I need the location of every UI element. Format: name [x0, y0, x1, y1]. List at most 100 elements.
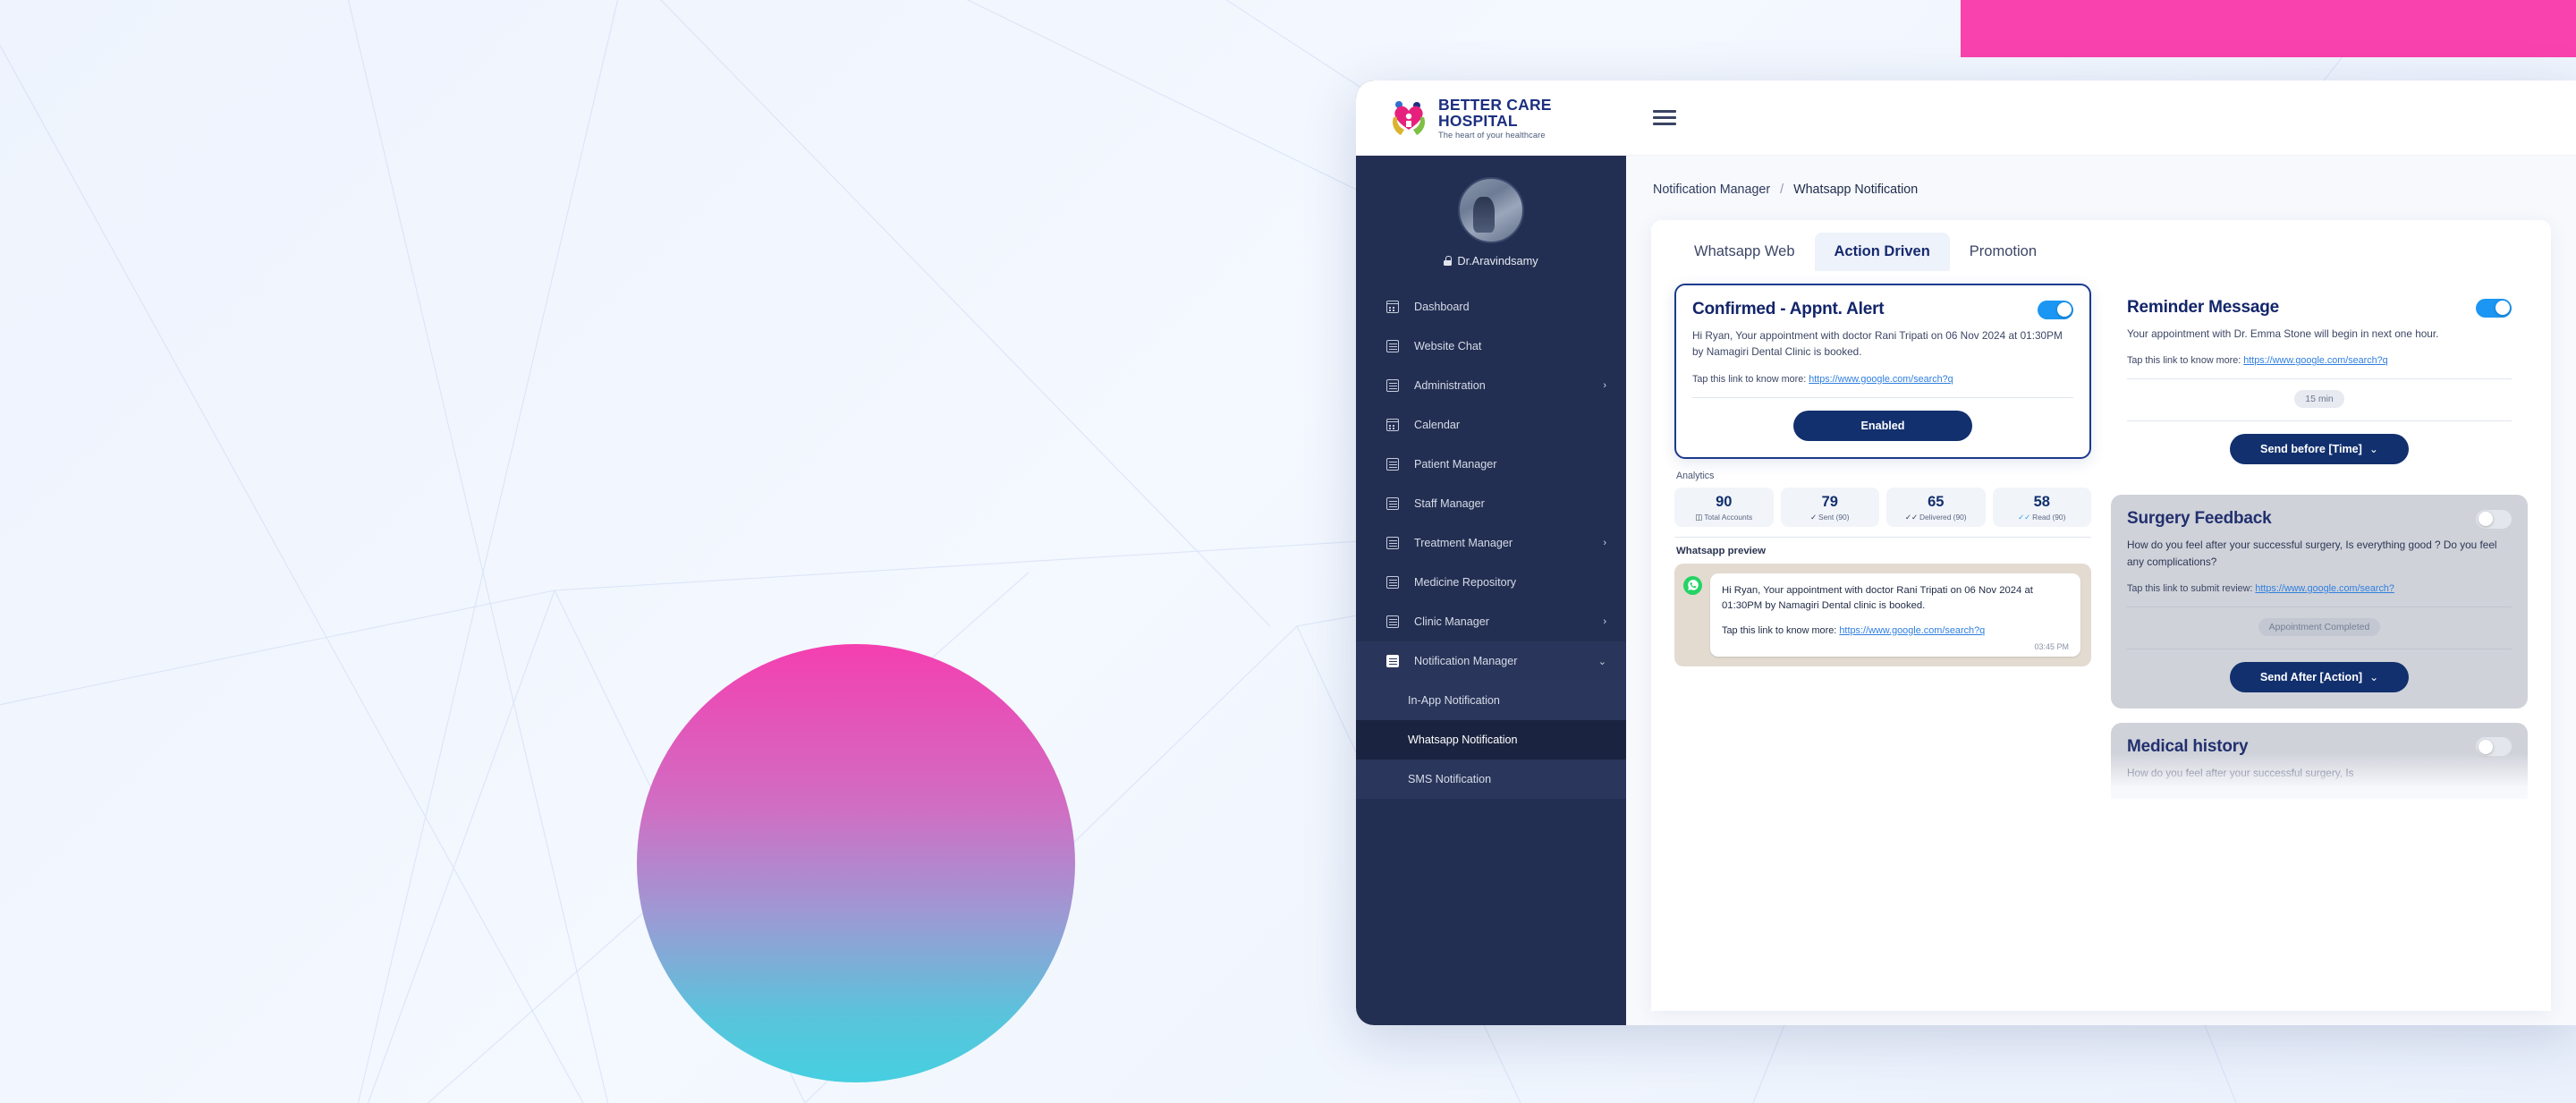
card-link-row: Tap this link to submit review: https://… [2127, 583, 2512, 594]
whatsapp-message-bubble: Hi Ryan, Your appointment with doctor Ra… [1710, 573, 2080, 658]
sidebar-item-website-chat[interactable]: Website Chat [1356, 327, 1626, 366]
analytics-label-row: ✓ Sent (90) [1784, 513, 1877, 522]
sidebar-item-clinic-manager[interactable]: Clinic Manager › [1356, 602, 1626, 641]
sidebar-item-in-app-notification[interactable]: In-App Notification [1356, 681, 1626, 720]
whatsapp-timestamp: 03:45 PM [2034, 642, 2069, 652]
confirmed-card-toggle[interactable] [2038, 300, 2073, 319]
sidebar-item-label: Administration [1414, 379, 1486, 392]
reminder-delay-pill[interactable]: 15 min [2294, 390, 2344, 409]
analytics-label-row: ◫ Total Accounts [1678, 513, 1770, 522]
sidebar-item-administration[interactable]: Administration › [1356, 366, 1626, 405]
pill-row: Appointment Completed [2127, 617, 2512, 636]
profile-name-row: Dr.Aravindsamy [1356, 254, 1626, 267]
reminder-card-toggle[interactable] [2476, 298, 2512, 318]
heart-hands-logo-icon [1388, 99, 1429, 137]
pink-banner-accent [1961, 0, 2576, 57]
sidebar-item-dashboard[interactable]: Dashboard [1356, 287, 1626, 327]
tab-promotion[interactable]: Promotion [1950, 233, 2056, 271]
calendar-icon [1385, 301, 1400, 313]
analytics-value: 58 [2033, 493, 2050, 510]
tab-action-driven[interactable]: Action Driven [1814, 233, 1950, 271]
medical-card-toggle[interactable] [2476, 737, 2512, 757]
hamburger-menu-icon[interactable] [1653, 106, 1676, 129]
card-title: Surgery Feedback [2127, 509, 2272, 529]
double-check-icon: ✓✓ [1904, 512, 1918, 522]
send-before-time-button[interactable]: Send before [Time] ⌄ [2230, 434, 2409, 465]
link-prefix: Tap this link to know more: [1692, 373, 1809, 385]
list-icon [1386, 537, 1399, 549]
sidebar-item-label: Treatment Manager [1414, 537, 1513, 549]
whatsapp-link-row: Tap this link to know more: https://www.… [1722, 624, 2069, 639]
list-icon [1386, 340, 1399, 352]
breadcrumb-parent[interactable]: Notification Manager [1653, 182, 1770, 197]
sidebar-nav: Dashboard Website Chat Administration › … [1356, 287, 1626, 1025]
chevron-down-icon: ⌄ [2369, 670, 2379, 683]
sidebar-subitem-label: SMS Notification [1408, 773, 1492, 785]
sidebar-item-whatsapp-notification[interactable]: Whatsapp Notification [1356, 720, 1626, 759]
sidebar-item-sms-notification[interactable]: SMS Notification [1356, 759, 1626, 799]
analytics-box-total-accounts: 90 ◫ Total Accounts [1674, 487, 1774, 527]
sidebar-item-notification-manager[interactable]: Notification Manager ⌄ [1356, 641, 1626, 681]
whatsapp-link[interactable]: https://www.google.com/search?q [1839, 625, 1985, 636]
card-title: Reminder Message [2127, 298, 2279, 317]
sidebar-item-medicine-repository[interactable]: Medicine Repository [1356, 563, 1626, 602]
sidebar-item-label: Notification Manager [1414, 655, 1518, 667]
button-label: Send After [Action] [2259, 670, 2363, 683]
chevron-right-icon: › [1603, 616, 1606, 627]
analytics-box-delivered: 65 ✓✓ Delivered (90) [1886, 487, 1986, 527]
divider [2127, 378, 2512, 380]
card-title: Confirmed - Appnt. Alert [1692, 300, 1885, 318]
sidebar-subnav: In-App Notification Whatsapp Notificatio… [1356, 681, 1626, 799]
sidebar-item-label: Medicine Repository [1414, 576, 1517, 589]
card-link-row: Tap this link to know more: https://www.… [2127, 355, 2512, 366]
card-link[interactable]: https://www.google.com/search? [2255, 583, 2394, 594]
sidebar-item-treatment-manager[interactable]: Treatment Manager › [1356, 523, 1626, 563]
divider [2127, 420, 2512, 422]
card-link[interactable]: https://www.google.com/search?q [2243, 355, 2387, 366]
list-icon [1386, 655, 1399, 667]
lock-icon [1444, 256, 1453, 266]
appointment-completed-pill[interactable]: Appointment Completed [2258, 617, 2381, 636]
single-check-icon: ✓ [1810, 512, 1818, 522]
brand-logo[interactable]: BETTER CARE HOSPITAL The heart of your h… [1356, 81, 1626, 156]
avatar[interactable] [1458, 177, 1524, 243]
card-body-text: How do you feel after your successful su… [2127, 539, 2497, 568]
divider [1674, 536, 2091, 538]
send-after-action-button[interactable]: Send After [Action] ⌄ [2230, 661, 2409, 692]
breadcrumb-current: Whatsapp Notification [1793, 182, 1919, 197]
confirmed-appointment-card: Confirmed - Appnt. Alert Hi Ryan, Your a… [1674, 284, 2091, 459]
analytics-value: 65 [1928, 493, 1945, 510]
sidebar-subitem-label: In-App Notification [1408, 694, 1500, 707]
surgery-card-toggle[interactable] [2476, 509, 2512, 529]
sidebar-item-label: Staff Manager [1414, 497, 1485, 510]
medical-history-card: Medical history How do you feel after yo… [2111, 722, 2528, 800]
whatsapp-message-text: Hi Ryan, Your appointment with doctor Ra… [1722, 584, 2033, 611]
gradient-circle-accent [637, 644, 1075, 1082]
list-icon [1386, 458, 1399, 471]
analytics-label-row: ✓✓ Delivered (90) [1890, 513, 1982, 522]
chevron-down-icon: ⌄ [2368, 443, 2378, 456]
button-label: Send before [Time] [2260, 443, 2362, 456]
breadcrumb-separator: / [1780, 182, 1784, 197]
card-header: Reminder Message [2127, 298, 2512, 318]
sidebar-item-calendar[interactable]: Calendar [1356, 405, 1626, 445]
analytics-label: Delivered (90) [1919, 512, 1967, 522]
card-body-text: Your appointment with Dr. Emma Stone wil… [2127, 327, 2439, 340]
card-body-text: How do you feel after your successful su… [2127, 766, 2354, 779]
card-header: Medical history [2127, 737, 2512, 757]
card-link[interactable]: https://www.google.com/search?q [1809, 374, 1953, 385]
breadcrumb: Notification Manager / Whatsapp Notifica… [1653, 182, 2551, 197]
analytics-heading: Analytics [1676, 470, 1715, 481]
tab-whatsapp-web[interactable]: Whatsapp Web [1674, 233, 1815, 271]
analytics-label-row: ✓✓ Read (90) [1996, 513, 2089, 522]
whatsapp-icon [1683, 575, 1702, 595]
double-check-blue-icon: ✓✓ [2018, 512, 2031, 522]
sidebar-item-patient-manager[interactable]: Patient Manager [1356, 445, 1626, 484]
link-prefix: Tap this link to know more: [2127, 355, 2244, 367]
list-icon [1386, 576, 1399, 589]
left-column: Confirmed - Appnt. Alert Hi Ryan, Your a… [1674, 284, 2091, 1011]
chevron-down-icon: ⌄ [1597, 656, 1606, 667]
enabled-button[interactable]: Enabled [1793, 410, 1972, 441]
sidebar-item-staff-manager[interactable]: Staff Manager [1356, 484, 1626, 523]
profile-block: Dr.Aravindsamy [1356, 156, 1626, 282]
